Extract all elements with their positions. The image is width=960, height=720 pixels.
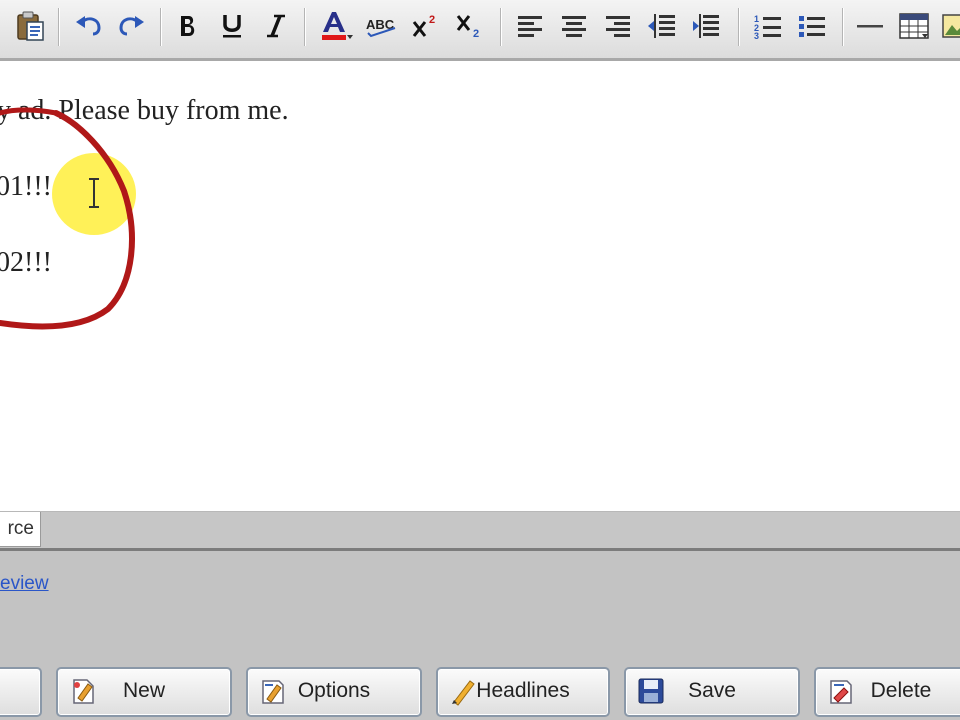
new-button-label: New xyxy=(122,679,165,702)
toolbar-separator xyxy=(738,8,740,46)
toolbar-separator xyxy=(500,8,502,46)
view-tab-strip: rce xyxy=(0,512,960,551)
new-button[interactable]: New xyxy=(56,667,232,717)
svg-text:2: 2 xyxy=(473,28,479,40)
superscript-button[interactable]: 2 xyxy=(406,6,446,46)
preview-link[interactable]: eview xyxy=(0,573,49,595)
insert-image-button[interactable] xyxy=(940,6,960,46)
paste-icon xyxy=(17,11,44,41)
numbered-list-icon: 1 2 3 xyxy=(754,14,781,40)
superscript-icon: 2 xyxy=(412,14,435,37)
headlines-button[interactable]: Headlines xyxy=(436,667,610,717)
indent-button[interactable] xyxy=(686,6,726,46)
paste-button[interactable] xyxy=(8,6,52,46)
delete-button-label: Delete xyxy=(870,679,932,702)
redo-button[interactable] xyxy=(112,6,152,46)
options-button-label: Options xyxy=(297,679,371,702)
outdent-icon xyxy=(648,14,675,38)
image-icon xyxy=(942,14,960,38)
undo-icon xyxy=(76,16,101,36)
table-icon xyxy=(899,13,929,39)
spellcheck-icon: ABC xyxy=(366,17,396,38)
horizontal-rule-button[interactable] xyxy=(850,6,890,46)
font-color-button[interactable] xyxy=(314,6,358,46)
italic-button[interactable] xyxy=(258,6,294,46)
text-cursor-icon xyxy=(89,178,99,208)
delete-button[interactable]: Delete xyxy=(814,667,960,717)
align-right-button[interactable] xyxy=(598,6,638,46)
partial-action-button[interactable] xyxy=(0,667,42,717)
toolbar-separator xyxy=(842,8,844,46)
numbered-list-button[interactable]: 1 2 3 xyxy=(748,6,788,46)
toolbar-separator xyxy=(58,8,60,46)
svg-text:2: 2 xyxy=(429,14,435,26)
editor-toolbar: ABC 2 2 1 2 3 xyxy=(0,0,960,61)
align-center-icon xyxy=(562,16,586,37)
editor-content-area[interactable]: y ad. Please buy from me. 01!!! 02!!! xyxy=(0,61,960,513)
headlines-button-label: Headlines xyxy=(476,679,570,702)
insert-table-button[interactable] xyxy=(894,6,934,46)
annotation-circle xyxy=(0,107,135,330)
svg-text:3: 3 xyxy=(754,31,759,40)
bold-button[interactable] xyxy=(170,6,206,46)
tab-source[interactable]: rce xyxy=(0,512,41,547)
bullet-list-button[interactable] xyxy=(792,6,832,46)
font-color-icon xyxy=(322,12,353,40)
subscript-icon: 2 xyxy=(456,15,479,40)
save-button[interactable]: Save xyxy=(624,667,800,717)
redo-icon xyxy=(119,16,144,36)
horizontal-rule-icon xyxy=(857,25,883,28)
underline-button[interactable] xyxy=(214,6,250,46)
spellcheck-button[interactable]: ABC xyxy=(362,6,402,46)
bullet-list-icon xyxy=(799,16,825,37)
align-left-button[interactable] xyxy=(510,6,550,46)
outdent-button[interactable] xyxy=(642,6,682,46)
align-left-icon xyxy=(518,16,542,37)
lower-panel: eview New Options Headlines Save Delete xyxy=(0,551,960,720)
undo-button[interactable] xyxy=(68,6,108,46)
italic-icon xyxy=(267,14,285,38)
options-button[interactable]: Options xyxy=(246,667,422,717)
tab-source-label: rce xyxy=(7,518,34,539)
toolbar-separator xyxy=(160,8,162,46)
align-right-icon xyxy=(606,16,630,37)
indent-icon xyxy=(693,14,719,38)
bold-icon xyxy=(181,16,195,36)
save-button-label: Save xyxy=(688,679,736,702)
toolbar-separator xyxy=(304,8,306,46)
subscript-button[interactable]: 2 xyxy=(450,6,490,46)
align-center-button[interactable] xyxy=(554,6,594,46)
underline-icon xyxy=(223,15,241,38)
